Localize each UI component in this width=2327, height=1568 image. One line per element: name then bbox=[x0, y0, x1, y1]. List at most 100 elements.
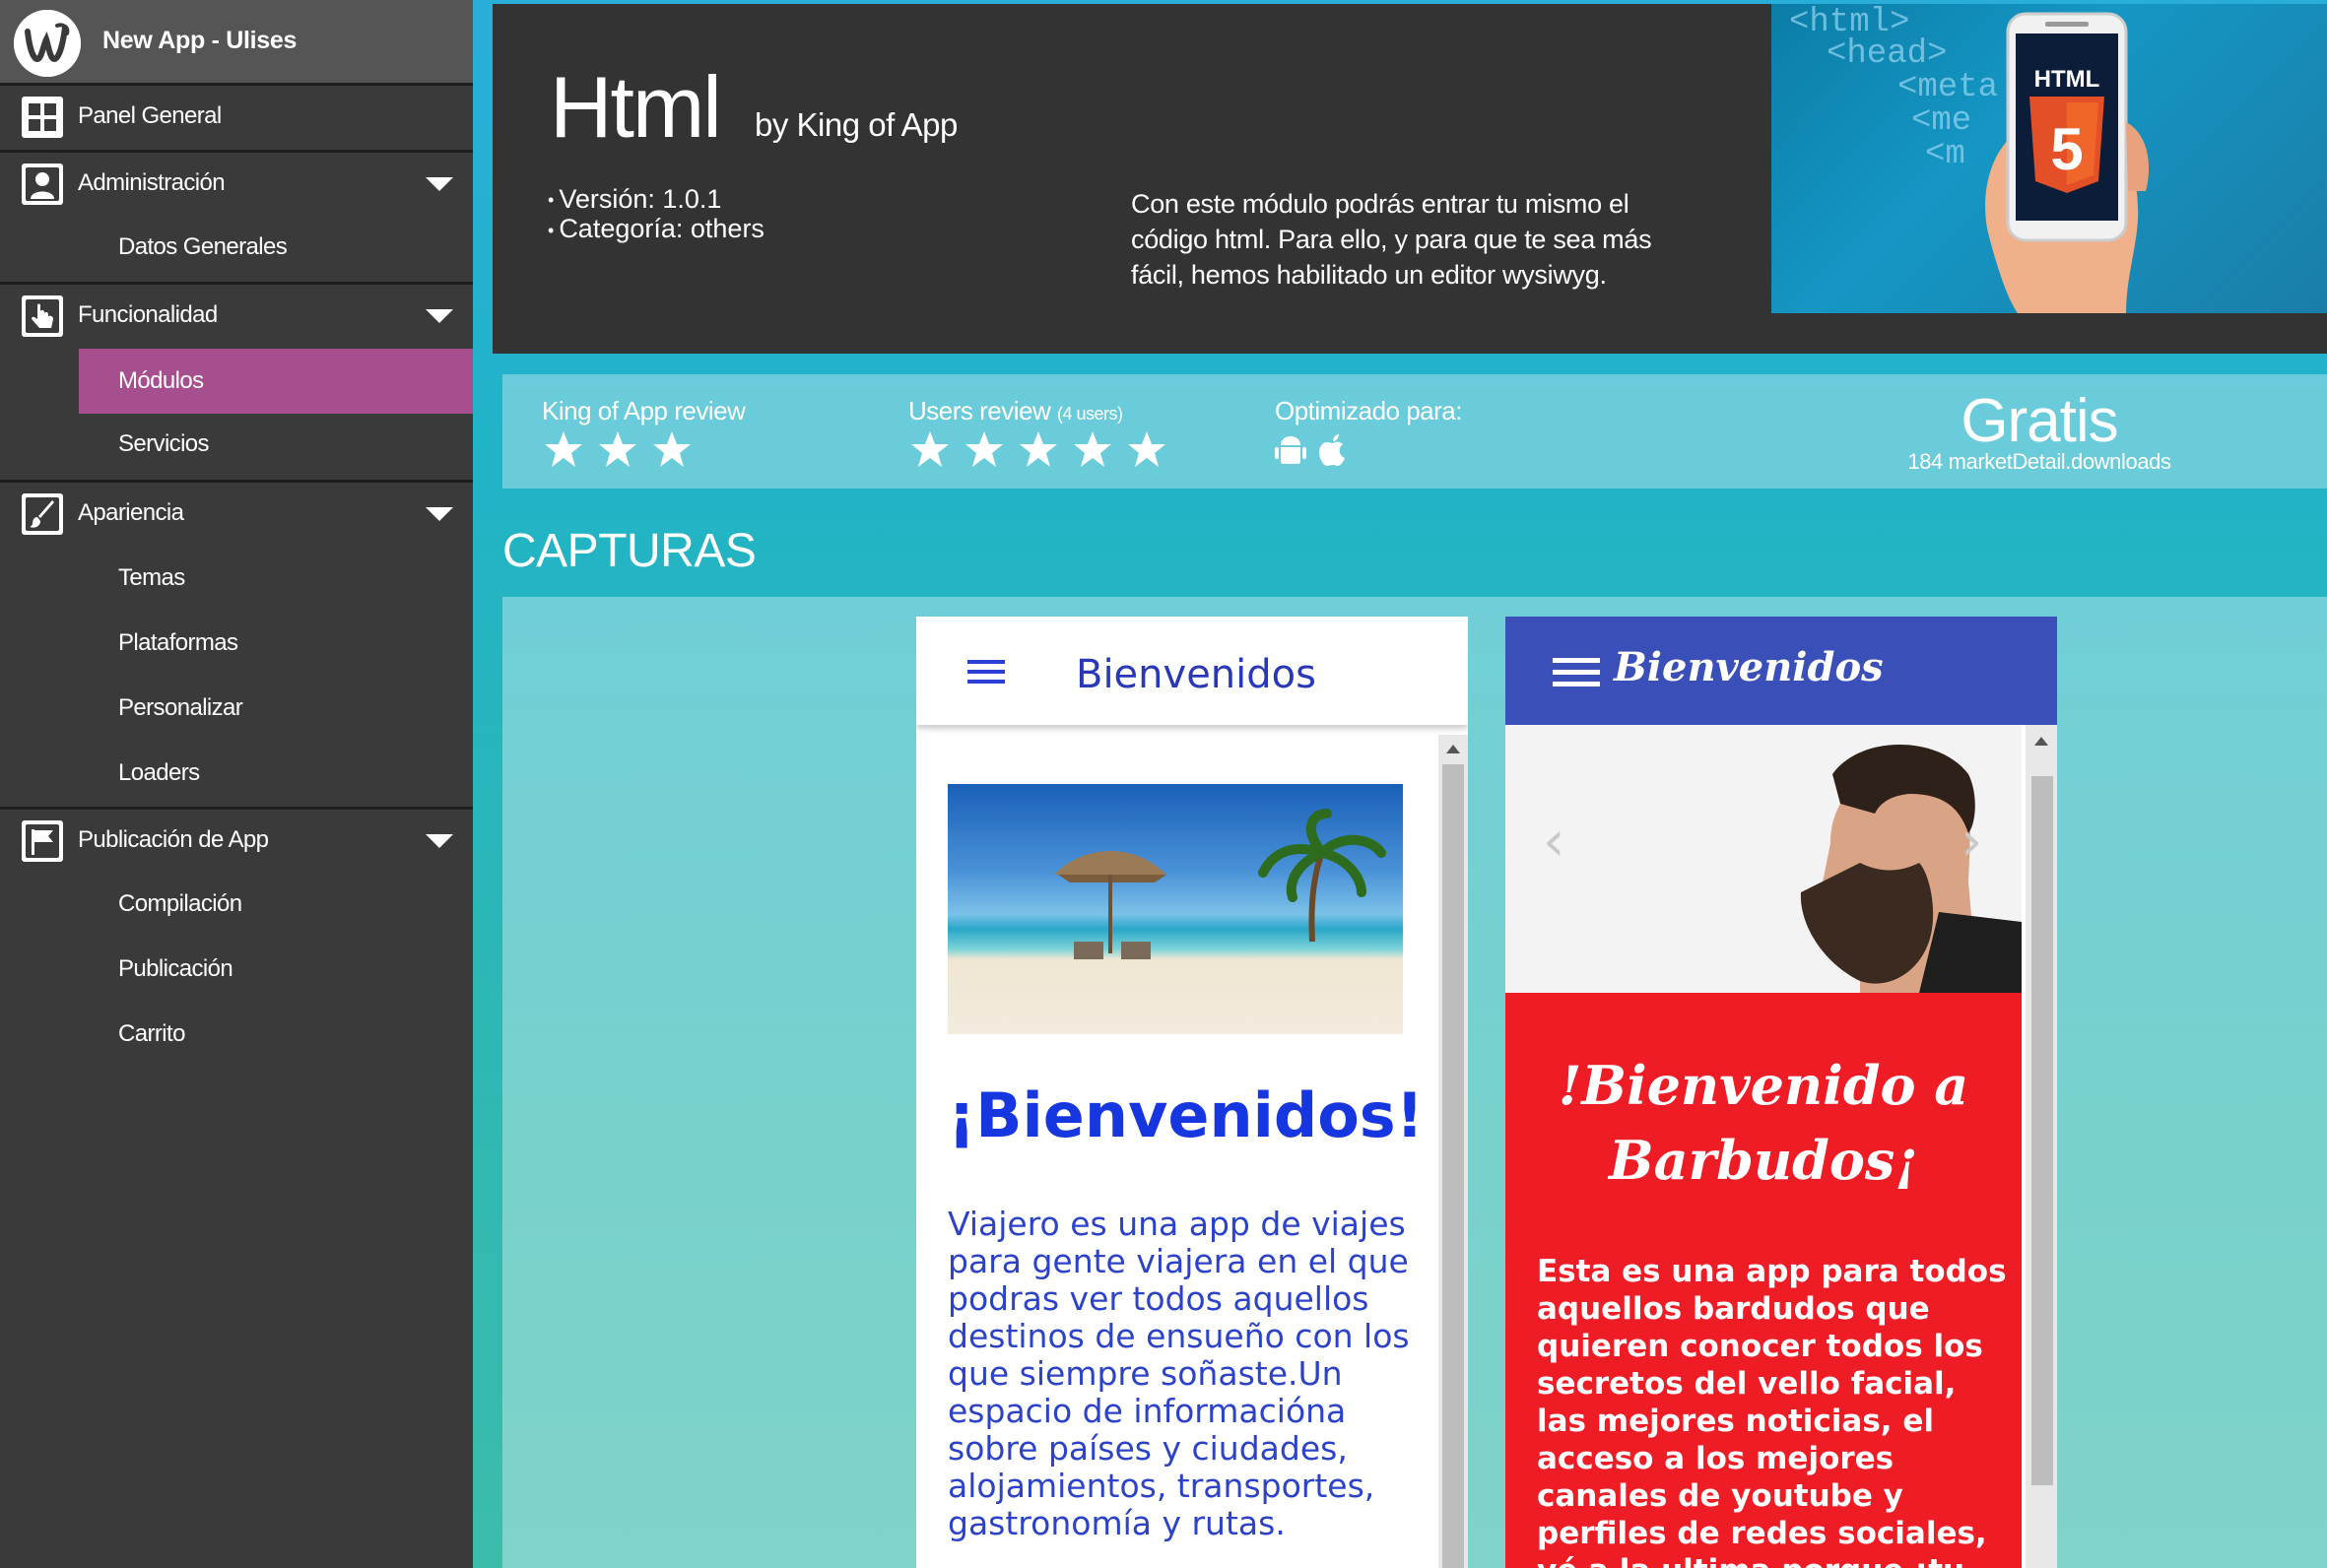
user-icon bbox=[22, 163, 63, 205]
star-icon bbox=[542, 429, 585, 469]
hand-phone-illustration: HTML 5 bbox=[1985, 12, 2150, 313]
sidebar-subitem-loaders[interactable]: Loaders bbox=[0, 741, 473, 806]
sidebar-subitem-label: Datos Generales bbox=[118, 233, 288, 260]
html5-badge-label: HTML bbox=[2034, 66, 2100, 93]
users-review-count: (4 users) bbox=[1056, 404, 1123, 424]
star-icon bbox=[650, 429, 694, 469]
sidebar-item-administracion[interactable]: Administración bbox=[0, 152, 473, 215]
main-content: Html by King of App Versión: 1.0.1 Categ… bbox=[473, 0, 2327, 1568]
scrollbar bbox=[1438, 735, 1468, 1568]
users-review-label-text: Users review bbox=[908, 396, 1051, 425]
star-icon bbox=[1071, 429, 1114, 469]
screenshot-heading: !Bienvenido a Barbudos¡ bbox=[1558, 1054, 1969, 1192]
sidebar-subitem-carrito[interactable]: Carrito bbox=[0, 1002, 473, 1067]
users-review-label: Users review (4 users) bbox=[908, 396, 1123, 426]
star-icon bbox=[1125, 429, 1168, 469]
scrollbar bbox=[2026, 725, 2057, 1568]
sidebar-subitem-label: Módulos bbox=[118, 367, 204, 394]
carousel-prev-icon[interactable]: ‹ bbox=[1543, 810, 1564, 874]
star-icon bbox=[908, 429, 952, 469]
king-review-stars[interactable] bbox=[542, 429, 704, 469]
sidebar-item-label: Panel General bbox=[78, 102, 222, 129]
sidebar-subitem-datos-generales[interactable]: Datos Generales bbox=[0, 215, 473, 280]
module-hero-image: <html> <head> <meta <me <m HTML 5 bbox=[1771, 4, 2327, 313]
module-category: Categoría: others bbox=[548, 215, 765, 244]
apple-icon bbox=[1319, 434, 1346, 466]
hamburger-menu-icon bbox=[1553, 658, 1600, 687]
scrollbar-thumb bbox=[2031, 776, 2053, 1485]
scroll-up-icon bbox=[2034, 737, 2048, 746]
app-header[interactable]: New App - Ulises bbox=[0, 0, 473, 86]
captures-title: CAPTURAS bbox=[502, 525, 757, 577]
screenshot-barbudos[interactable]: Bienvenidos ‹ › !Bienvenido a Barbudos¡ … bbox=[1505, 617, 2057, 1568]
module-description: Con este módulo podrás entrar tu mismo e… bbox=[1131, 189, 1652, 290]
module-author: by King of App bbox=[755, 106, 958, 143]
sidebar-subitem-compilacion[interactable]: Compilación bbox=[0, 872, 473, 937]
sidebar-subitem-plataformas[interactable]: Plataformas bbox=[0, 611, 473, 676]
sidebar-item-panel-general[interactable]: Panel General bbox=[0, 85, 473, 148]
module-title: Html bbox=[550, 58, 722, 156]
module-meta: Versión: 1.0.1 Categoría: others bbox=[548, 184, 765, 245]
screenshot-header-title: Bienvenidos bbox=[1076, 652, 1316, 697]
carousel-next-icon[interactable]: › bbox=[1961, 810, 1982, 874]
sidebar-subitem-label: Temas bbox=[118, 564, 185, 591]
screenshot-body-text: Viajero es una app de viajes para gente … bbox=[948, 1205, 1410, 1542]
chevron-down-icon[interactable] bbox=[426, 507, 453, 521]
optimized-label: Optimizado para: bbox=[1275, 396, 1462, 425]
android-icon bbox=[1275, 436, 1306, 464]
hero-strip bbox=[1771, 313, 2327, 354]
sidebar-subitem-servicios[interactable]: Servicios bbox=[0, 412, 473, 477]
sidebar-subitem-label: Carrito bbox=[118, 1020, 185, 1047]
users-review-stars[interactable] bbox=[908, 429, 1179, 469]
downloads-count: 184 marketDetail.downloads bbox=[1907, 449, 2171, 474]
chevron-down-icon[interactable] bbox=[426, 834, 453, 848]
king-review-label-text: King of App review bbox=[542, 396, 746, 425]
sidebar-subitem-personalizar[interactable]: Personalizar bbox=[0, 676, 473, 741]
scroll-up-icon bbox=[1446, 745, 1460, 753]
sidebar-item-funcionalidad[interactable]: Funcionalidad bbox=[0, 284, 473, 347]
sidebar: New App - Ulises Panel General Administr… bbox=[0, 0, 473, 1568]
sidebar-subitem-label: Publicación bbox=[118, 955, 233, 982]
sidebar-item-label: Apariencia bbox=[78, 499, 184, 526]
sidebar-subitem-modulos[interactable]: Módulos bbox=[0, 349, 473, 414]
brush-icon bbox=[22, 493, 63, 535]
hand-pointer-icon bbox=[22, 295, 63, 337]
sidebar-subitem-temas[interactable]: Temas bbox=[0, 546, 473, 611]
chevron-down-icon[interactable] bbox=[426, 309, 453, 323]
app-name: New App - Ulises bbox=[102, 27, 298, 54]
captures-panel: Bienvenidos ¡Bienvenidos! Viajero es una bbox=[502, 597, 2327, 1568]
module-hero: Html by King of App Versión: 1.0.1 Categ… bbox=[493, 4, 2327, 354]
sidebar-item-label: Funcionalidad bbox=[78, 301, 218, 328]
sidebar-subitem-label: Servicios bbox=[118, 430, 210, 457]
screenshot-red-section: !Bienvenido a Barbudos¡ Esta es una app … bbox=[1505, 993, 2022, 1568]
sidebar-item-label: Administración bbox=[78, 169, 226, 196]
screenshot-viajero[interactable]: Bienvenidos ¡Bienvenidos! Viajero es una bbox=[916, 617, 1468, 1568]
sidebar-item-label: Publicación de App bbox=[78, 826, 269, 853]
screenshot-header-title: Bienvenidos bbox=[1614, 644, 1884, 690]
platform-icons bbox=[1275, 433, 1348, 469]
sidebar-subitem-label: Plataformas bbox=[118, 629, 238, 656]
dashboard-icon bbox=[22, 97, 63, 138]
flag-icon bbox=[22, 820, 63, 862]
chevron-down-icon[interactable] bbox=[426, 177, 453, 191]
sidebar-subitem-label: Personalizar bbox=[118, 694, 243, 721]
king-review-label: King of App review bbox=[542, 396, 746, 426]
sidebar-item-publicacion-de-app[interactable]: Publicación de App bbox=[0, 809, 473, 872]
screenshot-header: Bienvenidos bbox=[1505, 617, 2057, 725]
sidebar-subitem-publicacion[interactable]: Publicación bbox=[0, 937, 473, 1002]
hamburger-menu-icon bbox=[967, 660, 1005, 684]
scrollbar-thumb bbox=[1442, 764, 1464, 1568]
sidebar-subitem-label: Loaders bbox=[118, 759, 200, 786]
sidebar-subitem-label: Compilación bbox=[118, 890, 242, 917]
star-icon bbox=[596, 429, 639, 469]
screenshot-body-text: Esta es una app para todos aquellos bard… bbox=[1537, 1254, 2007, 1568]
star-icon bbox=[1017, 429, 1060, 469]
sidebar-item-apariencia[interactable]: Apariencia bbox=[0, 482, 473, 545]
screenshot-header: Bienvenidos bbox=[916, 617, 1468, 725]
bearded-man-image: ‹ › bbox=[1505, 725, 2022, 993]
screenshot-heading: ¡Bienvenidos! bbox=[948, 1079, 1424, 1151]
html5-badge-number: 5 bbox=[2050, 116, 2083, 182]
app-logo bbox=[14, 10, 81, 77]
module-version: Versión: 1.0.1 bbox=[548, 184, 765, 215]
star-icon bbox=[963, 429, 1006, 469]
